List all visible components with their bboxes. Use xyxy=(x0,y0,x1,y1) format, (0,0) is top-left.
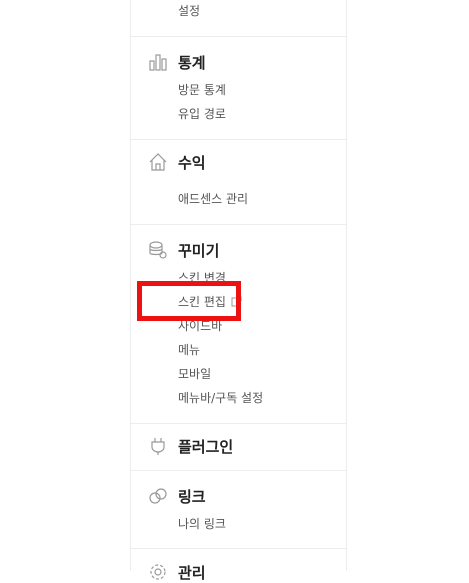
divider xyxy=(131,224,346,225)
divider xyxy=(131,470,346,471)
section-title-decorate[interactable]: 꾸미기 xyxy=(178,240,219,261)
menu-item-mobile[interactable]: 모바일 xyxy=(178,365,211,382)
section-title-manage[interactable]: 관리 xyxy=(178,562,206,583)
divider xyxy=(131,139,346,140)
menu-item-menubar-subscribe[interactable]: 메뉴바/구독 설정 xyxy=(178,389,263,406)
highlight-box xyxy=(137,281,241,321)
menu-item-settings[interactable]: 설정 xyxy=(178,2,200,19)
menu-item-visit-stats[interactable]: 방문 통계 xyxy=(178,81,226,98)
bar-chart-icon xyxy=(148,52,168,72)
menu-item-menu[interactable]: 메뉴 xyxy=(178,341,200,358)
divider xyxy=(131,36,346,37)
link-icon xyxy=(148,486,168,506)
section-title-plugin[interactable]: 플러그인 xyxy=(178,436,233,457)
menu-item-referrer[interactable]: 유입 경로 xyxy=(178,105,226,122)
paint-roller-icon xyxy=(148,240,168,260)
plug-icon xyxy=(148,436,168,456)
gear-icon xyxy=(148,562,168,582)
section-title-revenue[interactable]: 수익 xyxy=(178,152,206,173)
menu-item-adsense[interactable]: 애드센스 관리 xyxy=(178,190,248,207)
section-title-stats[interactable]: 통계 xyxy=(178,52,206,73)
section-title-link[interactable]: 링크 xyxy=(178,486,206,507)
menu-item-my-link[interactable]: 나의 링크 xyxy=(178,515,226,532)
divider xyxy=(131,548,346,549)
home-icon xyxy=(148,152,168,172)
divider xyxy=(131,423,346,424)
